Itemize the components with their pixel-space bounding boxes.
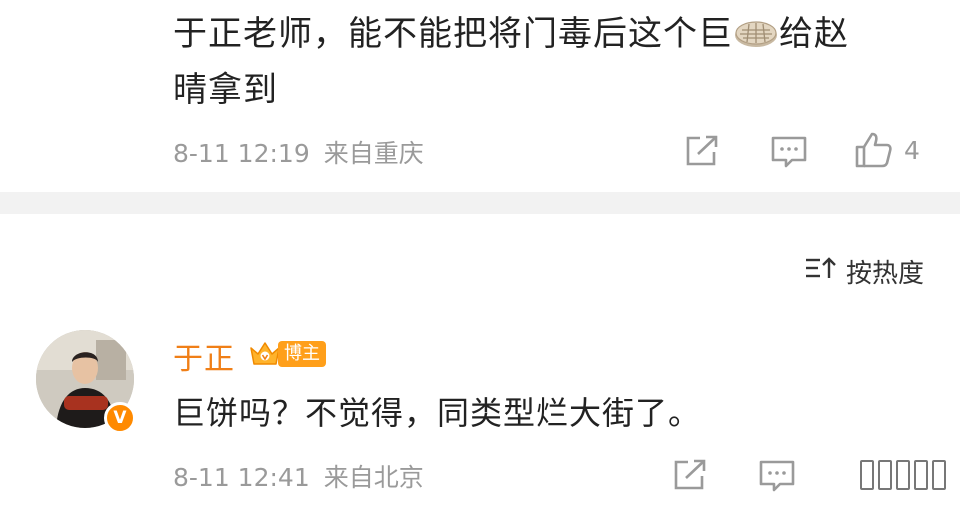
thumbs-up-icon	[854, 130, 894, 170]
comment-bubble-icon	[770, 134, 808, 170]
comment-location: 来自重庆	[323, 139, 424, 168]
verified-mark: V	[113, 408, 127, 428]
like-count: 4	[904, 135, 920, 165]
comment-time: 8-11 12:19	[173, 139, 310, 168]
comment-thread: 于正老师，能不能把将门毒后这个巨 给赵 晴拿到 8-11 12:19 来自重庆 4	[0, 0, 960, 509]
comment-meta: 8-11 12:41 来自北京	[173, 458, 424, 494]
comment-bubble-icon	[758, 458, 796, 494]
share-button[interactable]	[672, 458, 708, 492]
comment-text-line2: 晴拿到	[173, 70, 278, 110]
crown-icon	[248, 338, 282, 372]
comment-time: 8-11 12:41	[173, 463, 310, 492]
verified-badge-icon: V	[104, 402, 136, 434]
sort-toggle[interactable]: 按热度	[804, 253, 924, 290]
share-button[interactable]	[684, 134, 720, 168]
comment-text: 于正老师，能不能把将门毒后这个巨 给赵 晴拿到	[173, 6, 913, 118]
comment-location: 来自北京	[323, 463, 424, 492]
section-divider	[0, 192, 960, 214]
sort-label: 按热度	[845, 259, 924, 289]
comment-text-line1-b: 给赵	[779, 14, 849, 54]
watermark-logo-icon	[860, 460, 946, 490]
comment-button[interactable]	[770, 134, 808, 170]
pancake-emoji-icon	[733, 10, 779, 47]
comment-button[interactable]	[758, 458, 796, 494]
like-button[interactable]: 4	[854, 130, 920, 170]
comment-text-line1-a: 于正老师，能不能把将门毒后这个巨	[173, 14, 733, 54]
comment-item: 于正老师，能不能把将门毒后这个巨 给赵 晴拿到 8-11 12:19 来自重庆 4	[0, 0, 960, 192]
username[interactable]: 于正	[173, 334, 235, 378]
share-icon	[684, 134, 720, 168]
sort-icon	[804, 255, 838, 288]
blogger-badge: 博主	[278, 341, 326, 367]
share-icon	[672, 458, 708, 492]
comment-text: 巨饼吗？不觉得，同类型烂大街了。	[173, 394, 702, 432]
comment-meta: 8-11 12:19 来自重庆	[173, 134, 424, 170]
